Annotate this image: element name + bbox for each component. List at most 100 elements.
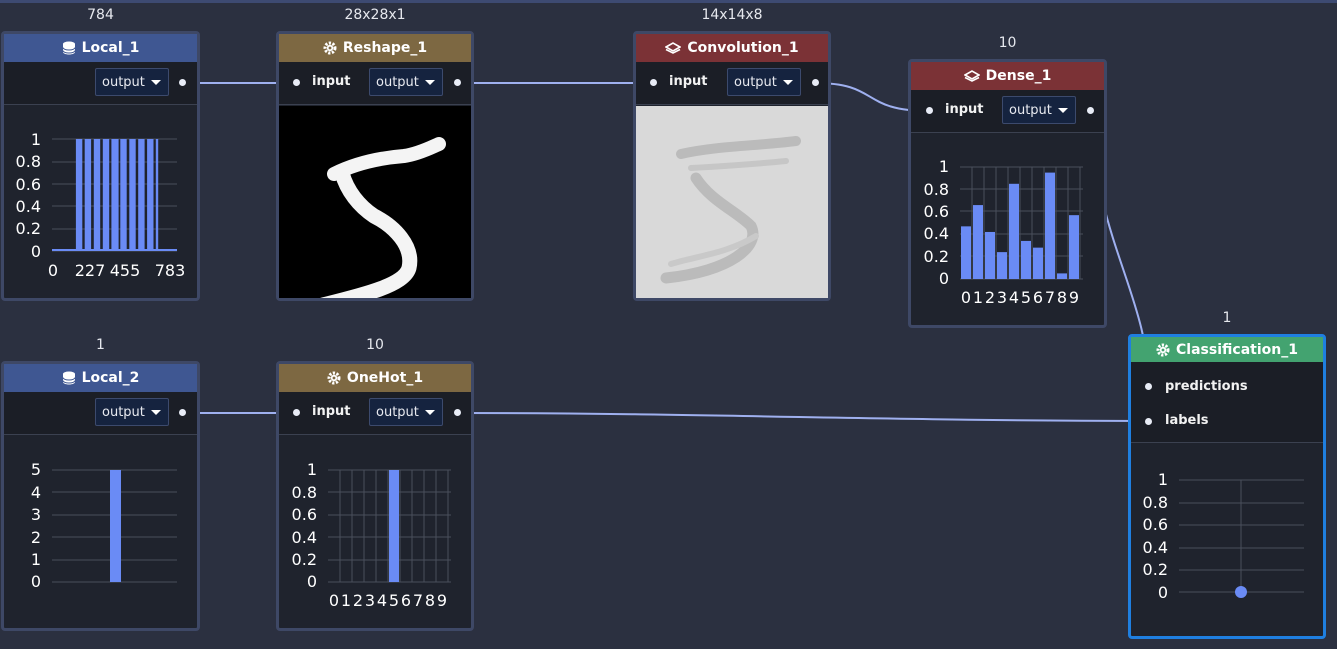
x-tick: 5 (389, 591, 399, 610)
layer-icon (963, 70, 980, 82)
bar (961, 226, 971, 279)
y-tick: 3 (31, 505, 41, 524)
bar (1045, 172, 1055, 279)
y-tick: 2 (31, 528, 41, 547)
node-header[interactable]: Reshape_1 (279, 34, 471, 62)
input-label: input (945, 102, 984, 117)
input-port[interactable] (926, 107, 933, 114)
bar (125, 139, 127, 251)
wire-onehot1-class1 (456, 412, 1149, 422)
bar (1009, 183, 1019, 279)
feature-map-image (636, 106, 828, 298)
bar (1069, 215, 1079, 279)
bar (1057, 273, 1067, 279)
y-tick: 0.6 (1143, 515, 1168, 534)
ports-row: input output (636, 62, 828, 105)
classification1-chart-svg: 1 0.8 0.6 0.4 0.2 0 (1143, 470, 1304, 602)
y-tick: 0 (31, 242, 41, 261)
y-tick: 1 (1158, 470, 1168, 489)
x-tick: 7 (413, 591, 423, 610)
x-tick: 5 (1021, 288, 1031, 307)
gear-icon (323, 41, 337, 55)
node-local-1[interactable]: 784 Local_1 output 1 0.8 0.6 0.4 0.2 0 0… (1, 7, 200, 301)
select-value: output (376, 74, 419, 90)
chevron-down-icon (425, 80, 435, 85)
output-select[interactable]: output (95, 68, 169, 96)
node-title: Classification_1 (1176, 341, 1298, 358)
bar (389, 470, 399, 582)
node-local-2[interactable]: 1 Local_2 output 5 4 3 2 1 0 (1, 337, 200, 631)
output-port[interactable] (179, 79, 186, 86)
node-reshape-1[interactable]: 28x28x1 Reshape_1 input output (276, 7, 474, 314)
node-header[interactable]: OneHot_1 (279, 364, 471, 392)
x-tick: 227 (75, 261, 106, 280)
ports-row: output (4, 62, 197, 105)
baseline (52, 249, 177, 251)
node-header[interactable]: Local_1 (4, 34, 197, 62)
x-tick: 2 (985, 288, 995, 307)
node-convolution-1[interactable]: 14x14x8 Convolution_1 input output (633, 7, 831, 301)
y-tick: 0.2 (924, 247, 949, 266)
node-header[interactable]: Classification_1 (1131, 337, 1323, 362)
local2-chart: 5 4 3 2 1 0 (4, 436, 197, 628)
input-label: input (669, 74, 708, 89)
bar (143, 139, 145, 251)
y-tick: 5 (31, 460, 41, 479)
node-header[interactable]: Local_2 (4, 364, 197, 392)
x-tick: 8 (1057, 288, 1067, 307)
input-port[interactable] (650, 79, 657, 86)
x-tick: 4 (377, 591, 387, 610)
predictions-label: predictions (1165, 379, 1248, 394)
gear-icon (327, 371, 341, 385)
ports-row: input output (279, 392, 471, 435)
x-tick: 1 (973, 288, 983, 307)
chevron-down-icon (151, 80, 161, 85)
output-select[interactable]: output (95, 398, 169, 426)
labels-label: labels (1165, 413, 1209, 428)
x-tick: 3 (365, 591, 375, 610)
x-tick: 455 (110, 261, 141, 280)
bar (1033, 247, 1043, 279)
x-tick: 9 (1069, 288, 1079, 307)
output-port[interactable] (812, 79, 819, 86)
select-value: output (102, 404, 145, 420)
bar (151, 139, 154, 251)
node-header[interactable]: Convolution_1 (636, 34, 828, 62)
chevron-down-icon (151, 410, 161, 415)
output-port[interactable] (454, 79, 461, 86)
top-border (0, 0, 1337, 3)
output-port[interactable] (1087, 107, 1094, 114)
input-port[interactable] (293, 409, 300, 416)
select-value: output (734, 74, 777, 90)
node-dense-1[interactable]: 10 Dense_1 input output 1 0.8 0.6 0.4 0.… (908, 35, 1107, 328)
y-tick: 1 (31, 550, 41, 569)
predictions-port[interactable] (1145, 383, 1152, 390)
ports-row: predictions labels (1131, 362, 1323, 443)
ports-row: input output (279, 62, 471, 105)
shape-label: 1 (1222, 310, 1232, 326)
local1-chart: 1 0.8 0.6 0.4 0.2 0 0 227 455 783 (4, 106, 197, 298)
output-port[interactable] (179, 409, 186, 416)
node-onehot-1[interactable]: 10 OneHot_1 input output 1 0.8 0.6 0.4 0… (276, 337, 474, 631)
output-select[interactable]: output (369, 398, 443, 426)
shape-label: 10 (366, 337, 384, 353)
input-port[interactable] (293, 79, 300, 86)
shape-label: 10 (998, 35, 1017, 51)
local2-chart-svg: 5 4 3 2 1 0 (31, 460, 177, 591)
y-tick: 0 (307, 572, 317, 591)
output-select[interactable]: output (727, 68, 801, 96)
labels-port[interactable] (1145, 418, 1152, 425)
output-port[interactable] (454, 409, 461, 416)
output-select[interactable]: output (369, 68, 443, 96)
onehot1-chart: 1 0.8 0.6 0.4 0.2 0 0123456789 (279, 436, 471, 628)
shape-label: 1 (96, 337, 105, 353)
local1-chart-svg: 1 0.8 0.6 0.4 0.2 0 0 227 455 783 (16, 130, 186, 280)
node-header[interactable]: Dense_1 (911, 62, 1104, 90)
node-classification-1[interactable]: 1 Classification_1 predictions labels 1 … (1128, 310, 1326, 639)
select-value: output (102, 74, 145, 90)
y-tick: 0.4 (924, 224, 949, 243)
select-value: output (376, 404, 419, 420)
output-select[interactable]: output (1002, 96, 1076, 124)
conv1-feature-map (636, 106, 828, 298)
chevron-down-icon (425, 410, 435, 415)
